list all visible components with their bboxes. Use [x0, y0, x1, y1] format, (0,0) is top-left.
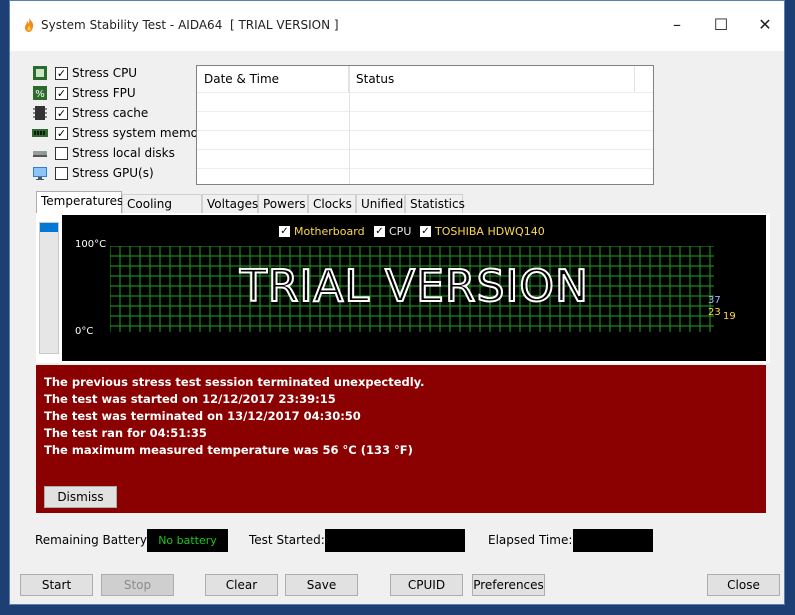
alert-line: The previous stress test session termina…: [44, 375, 425, 389]
stress-fpu-checkbox[interactable]: ✓: [55, 86, 68, 100]
stress-memory-label: Stress system memory: [72, 126, 211, 140]
maximize-button[interactable]: ☐: [710, 14, 732, 36]
table-row: [197, 92, 653, 112]
legend-cpu[interactable]: ✓ CPU: [374, 225, 411, 238]
stress-gpu-checkbox[interactable]: [55, 166, 68, 180]
legend-motherboard-label: Motherboard: [294, 225, 365, 238]
legend-cpu-checkbox[interactable]: ✓: [374, 226, 385, 237]
legend-motherboard[interactable]: ✓ Motherboard: [279, 225, 365, 238]
table-row: [197, 168, 653, 188]
gpu-icon: [33, 167, 47, 180]
legend-toshiba-label: TOSHIBA HDWQ140: [435, 225, 545, 238]
table-row: [197, 111, 653, 131]
close-icon: ✕: [758, 15, 772, 34]
tab-statistics[interactable]: Statistics: [405, 194, 465, 213]
legend-cpu-label: CPU: [389, 225, 412, 238]
battery-value: No battery: [147, 529, 228, 552]
temperatures-panel: ✓ Motherboard ✓ CPU ✓ TOSHIBA HDWQ140 10…: [36, 213, 770, 363]
trial-watermark: TRIAL VERSION: [239, 260, 589, 313]
readout-1: 37: [708, 295, 721, 306]
battery-label: Remaining Battery:: [35, 533, 151, 547]
minimize-icon: –: [673, 15, 681, 34]
window-title: System Stability Test - AIDA64 [ TRIAL V…: [41, 18, 339, 32]
stress-cache-label: Stress cache: [72, 106, 149, 120]
tab-clocks[interactable]: Clocks: [308, 194, 356, 213]
save-button[interactable]: Save: [285, 574, 358, 596]
col-date-time[interactable]: Date & Time: [197, 66, 349, 92]
legend-motherboard-checkbox[interactable]: ✓: [279, 226, 290, 237]
tab-cooling-fans[interactable]: Cooling Fans: [122, 194, 202, 229]
stress-cpu-checkbox[interactable]: ✓: [55, 66, 68, 80]
stress-cache-option[interactable]: ✓ Stress cache: [32, 104, 148, 122]
scrollbar-thumb[interactable]: [40, 223, 58, 232]
minimize-button[interactable]: –: [666, 14, 688, 36]
tab-powers[interactable]: Powers: [258, 194, 308, 213]
stress-disks-option[interactable]: Stress local disks: [32, 144, 175, 162]
stress-gpu-option[interactable]: Stress GPU(s): [32, 164, 154, 182]
disk-icon: [33, 151, 47, 157]
readout-3: 19: [723, 311, 736, 322]
test-started-value: [325, 529, 465, 552]
stress-cpu-label: Stress CPU: [72, 66, 138, 80]
stress-fpu-label: Stress FPU: [72, 86, 136, 100]
alert-line: The maximum measured temperature was 56 …: [44, 443, 413, 457]
col-status[interactable]: Status: [349, 66, 635, 92]
cpu-icon: [33, 66, 47, 80]
tab-temperatures[interactable]: Temperatures: [36, 191, 123, 213]
start-button[interactable]: Start: [20, 574, 93, 596]
alert-line: The test was terminated on 13/12/2017 04…: [44, 409, 361, 423]
maximize-icon: ☐: [713, 15, 729, 34]
stress-cache-checkbox[interactable]: ✓: [55, 106, 68, 120]
svg-text:%: %: [35, 89, 45, 100]
sensor-list-scrollbar[interactable]: [39, 222, 59, 354]
unexpected-termination-alert: The previous stress test session termina…: [36, 365, 766, 513]
legend-toshiba-checkbox[interactable]: ✓: [420, 226, 431, 237]
stop-button[interactable]: Stop: [101, 574, 174, 596]
elapsed-time-label: Elapsed Time:: [488, 533, 573, 547]
dismiss-button[interactable]: Dismiss: [44, 486, 117, 508]
elapsed-time-value: [573, 529, 653, 552]
fpu-icon: %: [33, 86, 47, 100]
tab-unified[interactable]: Unified: [356, 194, 405, 213]
close-button[interactable]: Close: [707, 574, 780, 596]
stress-memory-checkbox[interactable]: ✓: [55, 126, 68, 140]
test-started-label: Test Started:: [249, 533, 325, 547]
legend-toshiba[interactable]: ✓ TOSHIBA HDWQ140: [420, 225, 545, 238]
stress-fpu-option[interactable]: % ✓ Stress FPU: [32, 84, 136, 102]
readout-2: 23: [708, 307, 721, 318]
stress-memory-option[interactable]: ✓ Stress system memory: [32, 124, 210, 142]
tab-voltages[interactable]: Voltages: [202, 194, 258, 213]
preferences-button[interactable]: Preferences: [472, 574, 545, 596]
temperature-graph: ✓ Motherboard ✓ CPU ✓ TOSHIBA HDWQ140 10…: [62, 215, 766, 361]
alert-line: The test ran for 04:51:35: [44, 426, 207, 440]
stability-test-window: System Stability Test - AIDA64 [ TRIAL V…: [9, 0, 785, 605]
column-divider: [349, 66, 350, 184]
cpuid-button[interactable]: CPUID: [390, 574, 463, 596]
cache-icon: [33, 106, 47, 120]
table-row: [197, 130, 653, 150]
title-bar: System Stability Test - AIDA64 [ TRIAL V…: [10, 1, 784, 51]
stress-disks-checkbox[interactable]: [55, 146, 68, 160]
memory-icon: [32, 129, 48, 137]
table-row: [197, 149, 653, 169]
y-axis-min-label: 0°C: [75, 326, 94, 337]
stress-cpu-option[interactable]: ✓ Stress CPU: [32, 64, 137, 82]
alert-line: The test was started on 12/12/2017 23:39…: [44, 392, 336, 406]
stress-gpu-label: Stress GPU(s): [72, 166, 154, 180]
aida64-flame-icon: [24, 18, 34, 32]
y-axis-max-label: 100°C: [75, 239, 107, 250]
close-window-button[interactable]: ✕: [754, 14, 776, 36]
stress-disks-label: Stress local disks: [72, 146, 175, 160]
clear-button[interactable]: Clear: [205, 574, 278, 596]
log-table[interactable]: Date & Time Status: [196, 65, 654, 185]
